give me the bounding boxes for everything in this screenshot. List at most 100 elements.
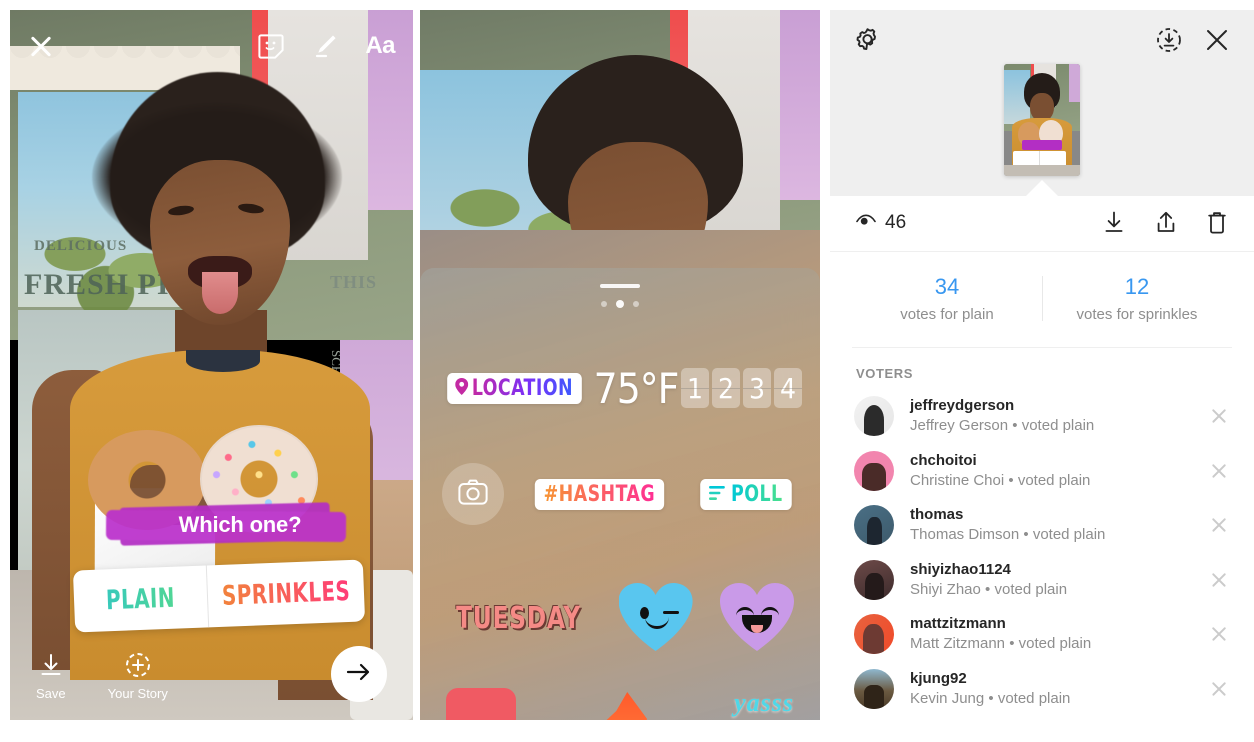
stat-votes-sprinkles: 12 votes for sprinkles: [1042, 274, 1232, 323]
arrow-right-icon: [346, 661, 372, 688]
avatar: [854, 505, 894, 546]
tray-page-dots: [601, 300, 639, 308]
poll-sticker-option[interactable]: POLL: [700, 478, 792, 510]
download-icon: [39, 653, 63, 681]
clock-digit-4: 4: [774, 368, 802, 408]
editor-top-toolbar: Aa: [10, 10, 413, 82]
weekday-sticker[interactable]: TUESDAY: [456, 601, 581, 636]
remove-voter-icon[interactable]: [1210, 462, 1228, 480]
your-story-button[interactable]: Your Story: [108, 647, 168, 701]
tray-drag-handle[interactable]: [600, 284, 640, 288]
voter-vote: voted plain: [1017, 471, 1091, 489]
stat-votes-plain: 34 votes for plain: [852, 274, 1042, 323]
hashtag-sticker[interactable]: #HASHTAG: [534, 478, 664, 510]
insights-header: [830, 10, 1254, 197]
voter-vote: voted plain: [1021, 417, 1095, 435]
remove-voter-icon[interactable]: [1210, 625, 1228, 643]
sticker-row-3: TUESDAY: [420, 568, 820, 668]
views-bar: 46: [830, 196, 1254, 252]
voter-username: kjung92: [910, 669, 967, 687]
story-thumbnail[interactable]: [1004, 64, 1080, 176]
voter-username: chchoitoi: [910, 451, 977, 469]
page-dot-1[interactable]: [601, 301, 607, 307]
hashtag-sticker-label: #HASHTAG: [543, 481, 655, 507]
clock-digit-3: 3: [743, 368, 771, 408]
location-sticker[interactable]: LOCATION: [447, 372, 582, 404]
squiggle-text-sticker-partial[interactable]: yasss: [734, 688, 794, 718]
clock-sticker[interactable]: 1 2 3 4: [681, 368, 802, 408]
heart-smile-sticker[interactable]: [720, 583, 794, 653]
text-tool-button[interactable]: Aa: [365, 32, 395, 60]
stat-value: 34: [934, 274, 960, 299]
close-icon[interactable]: [28, 33, 54, 59]
sticker-row-2: #HASHTAG POLL: [420, 458, 820, 530]
remove-voter-icon[interactable]: [1210, 516, 1228, 534]
next-button[interactable]: [331, 646, 387, 702]
share-icon[interactable]: [1154, 210, 1178, 235]
your-story-label: Your Story: [107, 686, 168, 701]
voter-username: thomas: [910, 506, 964, 523]
list-item[interactable]: mattzitzmann Matt Zitzmann • voted plain: [830, 607, 1254, 662]
download-circle-icon[interactable]: [1156, 27, 1182, 53]
close-icon[interactable]: [1204, 27, 1230, 53]
voter-fullname: Matt Zitzmann: [910, 635, 1006, 653]
gear-icon[interactable]: [854, 26, 881, 53]
list-item[interactable]: kjung92 Kevin Jung • voted plain: [830, 662, 1254, 717]
voter-separator: •: [985, 580, 991, 598]
eye-icon: [856, 213, 876, 232]
voter-separator: •: [1023, 526, 1029, 544]
add-to-story-icon: [125, 652, 151, 681]
poll-sticker[interactable]: PLAIN SPRINKLES: [72, 559, 366, 633]
pen-icon[interactable]: [311, 32, 339, 60]
save-button[interactable]: Save: [36, 648, 66, 701]
voter-username: jeffreydgerson: [910, 397, 1015, 414]
views-count: 46: [885, 211, 907, 233]
remove-voter-icon[interactable]: [1210, 571, 1228, 589]
voter-separator: •: [988, 689, 994, 707]
poll-divider: [205, 565, 209, 628]
download-icon[interactable]: [1102, 210, 1126, 235]
temperature-sticker[interactable]: 75°F: [591, 364, 681, 413]
sticker-smiley-icon[interactable]: [257, 32, 285, 60]
clock-digit-1: 1: [681, 368, 709, 408]
list-item[interactable]: chchoitoi Christine Choi • voted plain: [830, 444, 1254, 499]
thumbnail-pointer: [1025, 180, 1059, 197]
sticker-tray[interactable]: LOCATION 75°F 1 2 3 4 #HASHTAG POLL TUES…: [420, 268, 820, 720]
avatar: [854, 450, 894, 491]
remove-voter-icon[interactable]: [1210, 407, 1228, 425]
voter-username: shiyizhao1124: [910, 560, 1011, 578]
sticker-tray-panel: LOCATION 75°F 1 2 3 4 #HASHTAG POLL TUES…: [420, 10, 820, 720]
poll-option-right[interactable]: SPRINKLES: [221, 560, 351, 627]
remove-voter-icon[interactable]: [1210, 680, 1228, 698]
clock-digit-2: 2: [712, 368, 740, 408]
page-dot-3[interactable]: [633, 301, 639, 307]
text-tool-label: Aa: [365, 32, 395, 59]
list-item[interactable]: shiyizhao1124 Shiyi Zhao • voted plain: [830, 553, 1254, 608]
voter-vote: voted plain: [1032, 526, 1106, 544]
flame-sticker-partial[interactable]: [597, 688, 653, 720]
voter-separator: •: [1008, 471, 1014, 489]
list-item[interactable]: jeffreydgerson Jeffrey Gerson • voted pl…: [830, 389, 1254, 444]
voter-vote: voted plain: [1018, 635, 1092, 653]
camera-icon: [458, 479, 488, 510]
location-sticker-label: LOCATION: [471, 375, 574, 401]
voter-fullname: Jeffrey Gerson: [910, 417, 1009, 435]
list-item[interactable]: thomas Thomas Dimson • voted plain: [830, 498, 1254, 553]
camera-sticker-button[interactable]: [442, 463, 504, 525]
heart-wink-sticker[interactable]: [619, 583, 693, 653]
poll-option-left[interactable]: PLAIN: [85, 566, 196, 632]
voter-vote: voted plain: [997, 689, 1071, 707]
page-dot-2[interactable]: [616, 300, 624, 308]
red-sticker-partial[interactable]: [446, 688, 516, 720]
voters-section-header: VOTERS: [856, 366, 914, 381]
avatar: [854, 396, 894, 437]
story-insights-panel: 46 34 votes for plain 12 votes for sprin…: [830, 10, 1254, 742]
voter-fullname: Thomas Dimson: [910, 526, 1020, 544]
trash-icon[interactable]: [1206, 210, 1228, 235]
voter-separator: •: [1009, 635, 1015, 653]
story-editor-panel: DELICIOUS FRESH PIES THIS SCHOOL: [10, 10, 413, 720]
editor-bottom-toolbar: Save Your Story: [10, 628, 413, 720]
voter-separator: •: [1012, 417, 1018, 435]
poll-results-stats: 34 votes for plain 12 votes for sprinkle…: [852, 252, 1232, 348]
poll-bars-icon: [709, 482, 727, 507]
